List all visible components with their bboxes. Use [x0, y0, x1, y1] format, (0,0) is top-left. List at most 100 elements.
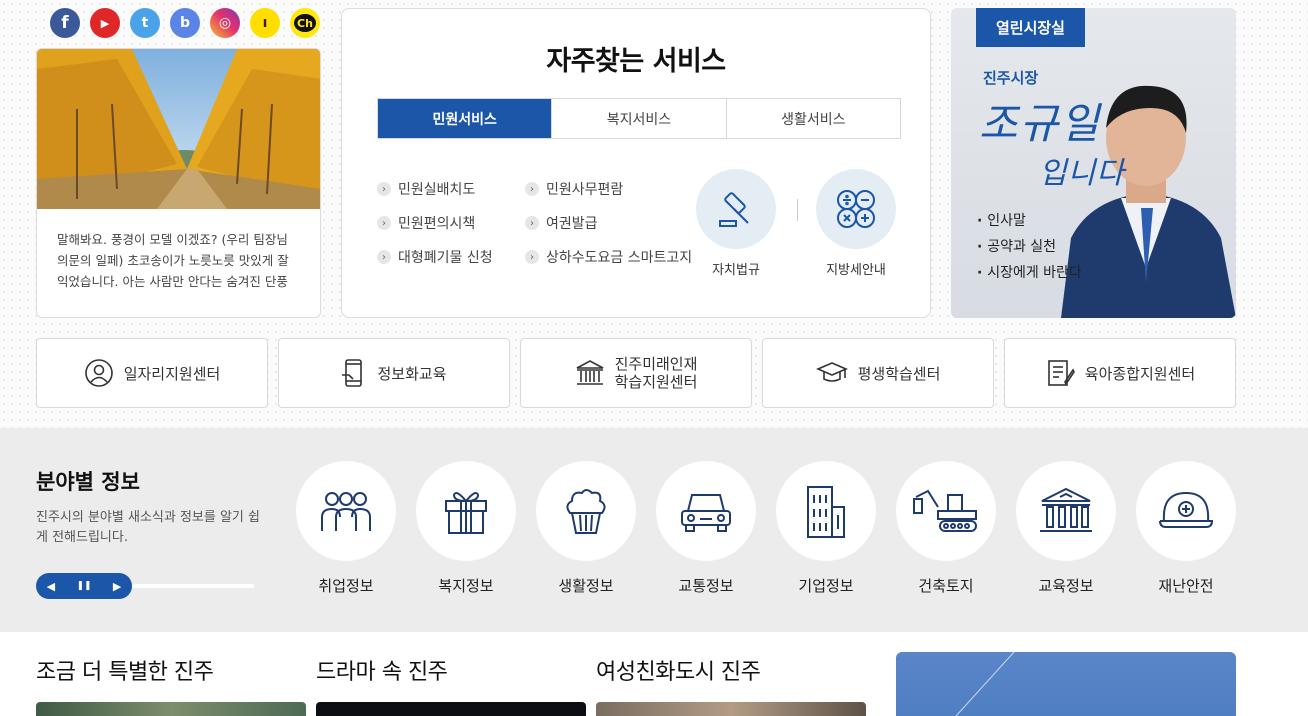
special-jinju-thumbnail[interactable] [36, 702, 306, 716]
kakao-channel-icon[interactable]: Ch [290, 8, 320, 38]
field-item-label: 복지정보 [438, 577, 494, 595]
field-item-jobs[interactable]: 취업정보 [296, 461, 396, 596]
section-title-drama-jinju[interactable]: 드라마 속 진주 [316, 654, 448, 686]
institution-icon [1016, 461, 1116, 561]
field-item-label: 교통정보 [678, 577, 734, 595]
people-icon [296, 461, 396, 561]
quick-local-laws[interactable]: 자치법규 [696, 169, 776, 278]
document-icon [1047, 360, 1075, 386]
excavator-icon [896, 461, 996, 561]
center-label: 평생학습센터 [857, 364, 941, 383]
service-tabs: 민원서비스 복지서비스 생활서비스 [377, 98, 901, 139]
mobile-icon [342, 359, 363, 387]
drama-jinju-thumbnail[interactable] [316, 702, 586, 716]
mayor-menu: 인사말 공약과 실천 시장에게 바란다 [977, 208, 1082, 286]
field-item-label: 기업정보 [798, 577, 854, 595]
autumn-trees-photo [37, 49, 320, 209]
facebook-icon[interactable]: f [50, 8, 80, 38]
banner-image [955, 652, 1015, 716]
field-items: 취업정보 복지정보 생활정보 교통정보 기업정보 건축토지 교육정보 재난안전 [296, 461, 1236, 596]
instagram-icon[interactable]: ◎ [210, 8, 240, 38]
center-label: 일자리지원센터 [123, 364, 221, 383]
tab-welfare-service[interactable]: 복지서비스 [551, 99, 725, 138]
twitter-icon[interactable]: t [130, 8, 160, 38]
chevron-right-icon: › [525, 182, 539, 196]
future-talent-center-button[interactable]: 진주미래인재 학습지원센터 [520, 338, 752, 408]
tab-civil-service[interactable]: 민원서비스 [378, 99, 552, 138]
field-item-safety[interactable]: 재난안전 [1136, 461, 1236, 596]
building-icon [576, 360, 603, 385]
cupcake-icon [536, 461, 636, 561]
center-label-line2: 학습지원센터 [614, 373, 698, 391]
field-item-label: 건축토지 [918, 577, 974, 595]
kakao-channel-label: Ch [294, 14, 316, 32]
quick-label: 자치법규 [712, 263, 760, 278]
quick-label: 지방세안내 [826, 263, 886, 278]
field-info-title: 분야별 정보 [36, 470, 140, 494]
mayor-menu-pledges[interactable]: 공약과 실천 [977, 234, 1082, 260]
service-links: › 민원실배치도 › 민원사무편람 › 민원편의시책 › 여권발급 › 대형폐기물 신청 … [377, 179, 707, 267]
field-item-business[interactable]: 기업정보 [776, 461, 876, 596]
service-link[interactable]: › 대형폐기물 신청 [377, 247, 525, 267]
center-label: 정보화교육 [377, 364, 447, 383]
next-button[interactable]: ▶ [107, 580, 127, 593]
service-link-label: 여권발급 [546, 216, 598, 232]
promo-banner[interactable] [896, 652, 1236, 716]
chevron-right-icon: › [377, 216, 391, 230]
service-link-label: 상하수도요금 스마트고지 [546, 250, 693, 266]
chevron-right-icon: › [377, 182, 391, 196]
it-education-button[interactable]: 정보화교육 [278, 338, 510, 408]
graduation-cap-icon [815, 362, 848, 382]
frequent-services-panel: 자주찾는 서비스 민원서비스 복지서비스 생활서비스 › 민원실배치도 › 민원사무… [341, 8, 931, 318]
open-mayor-office-badge[interactable]: 열린시장실 [976, 8, 1085, 47]
field-info-description: 진주시의 분야별 새소식과 정보를 알기 쉽게 전해드립니다. [36, 510, 260, 545]
field-item-label: 생활정보 [558, 577, 614, 595]
mayor-menu-suggestions[interactable]: 시장에게 바란다 [977, 260, 1082, 286]
field-item-traffic[interactable]: 교통정보 [656, 461, 756, 596]
mayor-menu-greeting[interactable]: 인사말 [977, 208, 1082, 234]
tab-living-service[interactable]: 생활서비스 [725, 99, 900, 138]
field-item-education[interactable]: 교육정보 [1016, 461, 1116, 596]
service-link[interactable]: › 민원실배치도 [377, 179, 525, 199]
field-info-section: 분야별 정보 진주시의 분야별 새소식과 정보를 알기 쉽게 전해드립니다. ◀… [0, 428, 1308, 632]
section-title-special-jinju[interactable]: 조금 더 특별한 진주 [36, 654, 214, 686]
band-icon[interactable]: b [170, 8, 200, 38]
quick-local-tax[interactable]: 지방세안내 [816, 169, 896, 278]
service-link[interactable]: › 상하수도요금 스마트고지 [525, 247, 705, 267]
chevron-right-icon: › [525, 250, 539, 264]
youtube-icon[interactable]: ▶ [90, 8, 120, 38]
service-link-label: 대형폐기물 신청 [398, 250, 493, 266]
lifelong-learning-button[interactable]: 평생학습센터 [762, 338, 994, 408]
quick-divider [797, 199, 798, 221]
office-building-icon [776, 461, 876, 561]
service-link[interactable]: › 민원편의시책 [377, 213, 525, 233]
field-item-welfare[interactable]: 복지정보 [416, 461, 516, 596]
slider-progress-track [132, 584, 254, 588]
gift-icon [416, 461, 516, 561]
pause-button[interactable]: ❚❚ [70, 581, 97, 591]
person-icon [84, 359, 113, 387]
field-item-label: 재난안전 [1158, 577, 1214, 595]
women-friendly-thumbnail[interactable] [596, 702, 866, 716]
center-label-line1: 진주미래인재 [614, 355, 698, 373]
service-link-label: 민원실배치도 [398, 182, 476, 198]
kakaostory-icon[interactable]: ı [250, 8, 280, 38]
social-links: f ▶ t b ◎ ı Ch [50, 8, 320, 38]
field-item-construction[interactable]: 건축토지 [896, 461, 996, 596]
prev-button[interactable]: ◀ [41, 580, 61, 593]
childcare-center-button[interactable]: 육아종합지원센터 [1004, 338, 1236, 408]
photo-card[interactable]: 말해봐요. 풍경이 모델 이겠죠? (우리 팀장님 의문의 일페) 초코송이가 … [36, 48, 321, 318]
car-icon [656, 461, 756, 561]
mayor-suffix: 입니다 [1039, 156, 1125, 191]
mayor-panel[interactable]: 열린시장실 진주시장 조규일 입니다 인사말 공약과 실천 시장에게 바란다 [951, 8, 1236, 318]
field-item-living[interactable]: 생활정보 [536, 461, 636, 596]
mayor-name: 조규일 [979, 99, 1101, 148]
service-link[interactable]: › 여권발급 [525, 213, 705, 233]
calculator-icon [816, 169, 896, 249]
service-link[interactable]: › 민원사무편람 [525, 179, 705, 199]
helmet-icon [1136, 461, 1236, 561]
section-title-women-friendly[interactable]: 여성친화도시 진주 [596, 654, 761, 686]
job-center-button[interactable]: 일자리지원센터 [36, 338, 268, 408]
field-item-label: 취업정보 [318, 577, 374, 595]
gavel-icon [696, 169, 776, 249]
